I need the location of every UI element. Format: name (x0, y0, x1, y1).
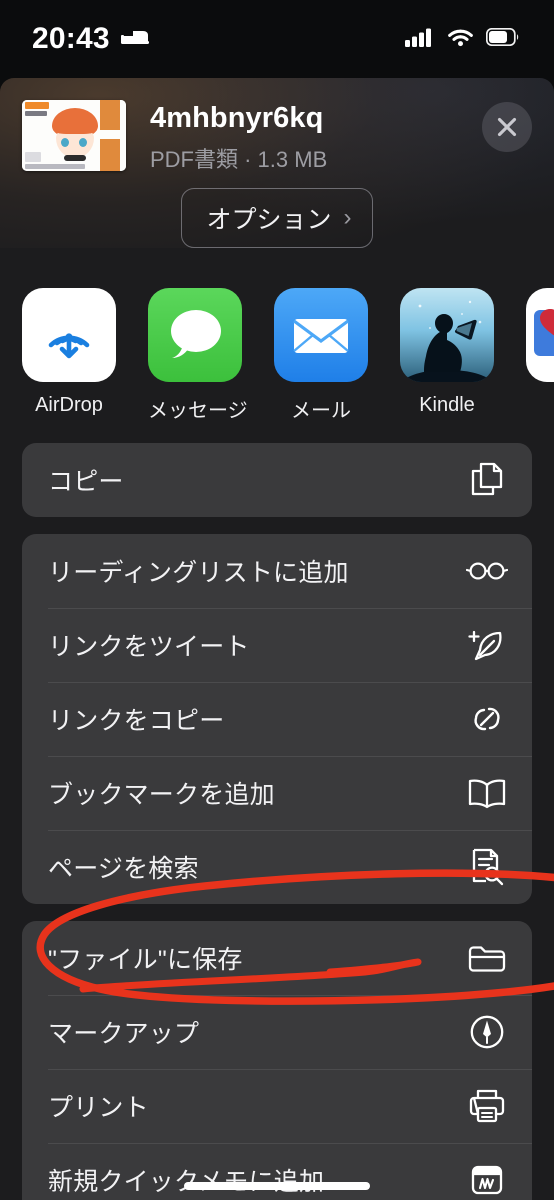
action-row-add-quick-note[interactable]: 新規クイックメモに追加 (22, 1143, 532, 1200)
action-row-copy[interactable]: コピー (22, 443, 532, 517)
app-label: メール (291, 400, 351, 422)
wifi-icon (447, 27, 474, 52)
glasses-icon (466, 550, 508, 592)
status-bar: 20:43 (0, 0, 554, 78)
app-label: AirDrop (35, 394, 103, 416)
markup-pen-icon (466, 1011, 508, 1053)
row-label: プリント (48, 1094, 149, 1122)
bed-icon (120, 26, 150, 53)
cellular-signal-icon (405, 27, 435, 52)
file-meta: PDF書類 · 1.3 MB (150, 147, 328, 172)
kindle-icon (400, 288, 494, 382)
action-list: コピー リーディングリストに追加 リンクをツイート リンクをコピー ブックマーク… (0, 439, 554, 1200)
status-bar-left: 20:43 (32, 22, 150, 56)
file-name: 4mhbnyr6kq (150, 102, 324, 134)
row-label: マークアップ (48, 1020, 200, 1048)
row-label: リーディングリストに追加 (48, 559, 349, 587)
options-button[interactable]: オプション › (181, 188, 373, 248)
folder-icon (466, 937, 508, 979)
more-apps-icon (526, 288, 554, 382)
action-row-markup[interactable]: マークアップ (22, 995, 532, 1069)
action-row-find-on-page[interactable]: ページを検索 (22, 830, 532, 904)
row-label: ページを検索 (48, 855, 199, 883)
action-row-add-to-reading-list[interactable]: リーディングリストに追加 (22, 534, 532, 608)
copy-icon (466, 459, 508, 501)
row-label: リンクをツイート (48, 633, 250, 661)
printer-icon (466, 1085, 508, 1127)
app-mail[interactable]: メール (274, 288, 368, 423)
share-sheet-screen: 20:43 4mhbnyr6kq PDF書類 · 1.3 MB オプション › … (0, 0, 554, 1200)
status-bar-right (405, 27, 520, 52)
airdrop-icon (22, 288, 116, 382)
share-sheet: 4mhbnyr6kq PDF書類 · 1.3 MB オプション › AirDro… (0, 78, 554, 1200)
row-label: リンクをコピー (48, 707, 225, 735)
action-row-add-bookmark[interactable]: ブックマークを追加 (22, 756, 532, 830)
battery-icon (485, 27, 520, 51)
feather-plus-icon (466, 624, 508, 666)
action-row-copy-link[interactable]: リンクをコピー (22, 682, 532, 756)
action-row-tweet-link[interactable]: リンクをツイート (22, 608, 532, 682)
chevron-right-icon: › (343, 204, 352, 231)
app-share-row[interactable]: AirDrop メッセージ メール Kindle (0, 266, 554, 439)
close-button[interactable] (482, 102, 532, 152)
pdf-thumbnail-preview (22, 100, 126, 171)
app-label: Kindle (419, 394, 475, 416)
action-group-3: "ファイル"に保存 マークアップ プリント (22, 921, 532, 1200)
status-bar-clock: 20:43 (32, 22, 110, 55)
home-indicator (184, 1182, 370, 1190)
link-icon (466, 698, 508, 740)
options-label: オプション (206, 206, 332, 234)
action-group-1: コピー (22, 443, 532, 517)
mail-icon (274, 288, 368, 382)
app-kindle[interactable]: Kindle (400, 288, 494, 417)
app-messages[interactable]: メッセージ (148, 288, 248, 423)
row-label: ブックマークを追加 (48, 781, 275, 809)
action-group-2: リーディングリストに追加 リンクをツイート リンクをコピー ブックマークを追加 … (22, 534, 532, 904)
app-more[interactable] (526, 288, 554, 394)
action-row-print[interactable]: プリント (22, 1069, 532, 1143)
doc-magnifier-icon (466, 846, 508, 888)
row-label: コピー (48, 468, 124, 496)
messages-icon (148, 288, 242, 382)
share-sheet-header: 4mhbnyr6kq PDF書類 · 1.3 MB オプション › (0, 78, 554, 266)
book-icon (466, 772, 508, 814)
row-label: 新規クイックメモに追加 (48, 1162, 324, 1198)
app-label: メッセージ (148, 400, 248, 422)
close-icon (497, 117, 517, 137)
app-airdrop[interactable]: AirDrop (22, 288, 116, 417)
action-row-save-to-files[interactable]: "ファイル"に保存 (22, 921, 532, 995)
row-label: "ファイル"に保存 (48, 946, 243, 974)
quick-note-icon (466, 1159, 508, 1200)
